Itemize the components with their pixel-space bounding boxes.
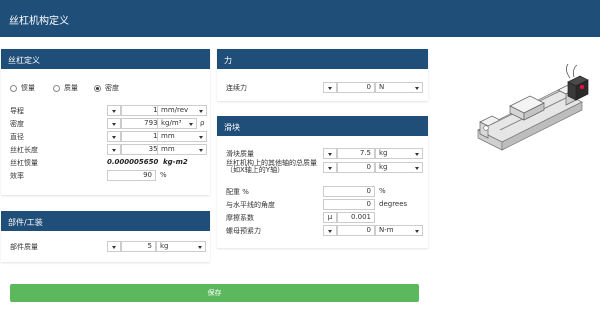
- length-unit: mm: [161, 145, 175, 153]
- counterbalance-label: 配重 %: [226, 188, 249, 196]
- diameter-unit-select[interactable]: mm: [157, 131, 207, 142]
- diameter-unit: mm: [161, 132, 175, 140]
- radio-inertia-label: 惯量: [21, 84, 35, 92]
- preload-unit: N-m: [379, 226, 394, 234]
- length-label: 丝杠长度: [10, 146, 38, 154]
- part-mass-label: 部件质量: [10, 243, 38, 251]
- lead-unit-select[interactable]: mm/rev: [157, 105, 207, 116]
- angle-input[interactable]: 0: [323, 199, 375, 210]
- slider-mass-label: 滑块质量: [226, 150, 254, 158]
- efficiency-input[interactable]: 90: [107, 170, 156, 181]
- parts-panel-title: 部件/工装: [1, 211, 210, 231]
- slider-mass-unit: kg: [379, 149, 388, 157]
- preload-input[interactable]: 0: [337, 225, 375, 236]
- other-mass-label: 丝杠机构上的其他轴的总质量（如X轴上的Y轴）: [226, 159, 317, 174]
- save-button[interactable]: 保存: [10, 284, 419, 302]
- diameter-label: 直径: [10, 133, 24, 141]
- parts-panel: 部件/工装 部件质量 5 kg: [1, 211, 210, 262]
- counterbalance-unit: %: [379, 187, 386, 195]
- inertia-value: 0.000005650: [107, 158, 159, 166]
- angle-label: 与水平线的角度: [226, 201, 275, 209]
- radio-inertia-dot[interactable]: [10, 84, 17, 92]
- thrust-input[interactable]: 0: [337, 82, 375, 93]
- top-bar: 丝杠机构定义: [0, 0, 600, 37]
- inertia-unit: kg-m2: [163, 158, 188, 166]
- preload-unit-select[interactable]: N-m: [375, 225, 423, 236]
- force-panel-title: 力: [217, 49, 428, 69]
- part-mass-unit-select[interactable]: kg: [156, 241, 206, 252]
- counterbalance-input[interactable]: 0: [323, 186, 375, 197]
- density-label: 密度: [10, 120, 24, 128]
- radio-mass-label: 质量: [64, 84, 78, 92]
- radio-density-label: 密度: [105, 84, 119, 92]
- screw-definition-panel: 丝杠定义 惯量 质量 密度 导程 10 mm/rev 密度 793: [1, 49, 210, 195]
- other-mass-unit-select[interactable]: kg: [375, 162, 423, 173]
- radio-mass[interactable]: 质量: [53, 83, 78, 93]
- other-mass-unit: kg: [379, 163, 388, 171]
- slider-mass-mode-select[interactable]: [323, 148, 337, 159]
- other-mass-input[interactable]: 0: [337, 162, 375, 173]
- density-mode-select[interactable]: [107, 118, 121, 129]
- friction-label: 摩擦系数: [226, 214, 254, 222]
- length-unit-select[interactable]: mm: [157, 144, 207, 155]
- inertia-label: 丝杠惯量: [10, 159, 38, 167]
- part-mass-input[interactable]: 5: [121, 241, 156, 252]
- radio-density[interactable]: 密度: [94, 83, 119, 93]
- diameter-mode-select[interactable]: [107, 131, 121, 142]
- radio-inertia[interactable]: 惯量: [10, 83, 35, 93]
- density-unit-select[interactable]: kg/m³: [157, 118, 197, 129]
- slider-panel-title: 滑块: [217, 116, 428, 136]
- radio-density-dot[interactable]: [94, 84, 101, 92]
- screw-panel-title: 丝杠定义: [1, 49, 210, 69]
- thrust-unit: N: [379, 83, 385, 91]
- thrust-label: 连续力: [226, 84, 247, 92]
- preload-label: 螺母预紧力: [226, 227, 261, 235]
- slider-mass-unit-select[interactable]: kg: [375, 148, 423, 159]
- part-mass-unit: kg: [160, 242, 169, 250]
- lead-label: 导程: [10, 107, 24, 115]
- force-panel: 力 连续力 0 N: [217, 49, 428, 101]
- page-title: 丝杠机构定义: [9, 16, 69, 27]
- length-mode-select[interactable]: [107, 144, 121, 155]
- slider-panel: 滑块 滑块质量 7.5 kg 丝杠机构上的其他轴的总质量（如X轴上的Y轴） 0 …: [217, 116, 428, 248]
- efficiency-label: 效率: [10, 172, 24, 180]
- efficiency-unit: %: [160, 171, 167, 179]
- angle-unit: degrees: [379, 200, 408, 208]
- friction-mu-symbol: μ: [323, 212, 337, 223]
- density-unit: kg/m³: [161, 119, 182, 127]
- linear-stage-illustration: [477, 63, 589, 151]
- density-rho-symbol: ρ: [200, 119, 205, 127]
- friction-input[interactable]: 0.001: [337, 212, 375, 223]
- part-mass-mode-select[interactable]: [107, 241, 121, 252]
- lead-mode-select[interactable]: [107, 105, 121, 116]
- thrust-mode-select[interactable]: [323, 82, 337, 93]
- radio-mass-dot[interactable]: [53, 84, 60, 92]
- other-mass-mode-select[interactable]: [323, 162, 337, 173]
- slider-mass-input[interactable]: 7.5: [337, 148, 375, 159]
- preload-mode-select[interactable]: [323, 225, 337, 236]
- lead-unit: mm/rev: [161, 106, 189, 114]
- thrust-unit-select[interactable]: N: [375, 82, 423, 93]
